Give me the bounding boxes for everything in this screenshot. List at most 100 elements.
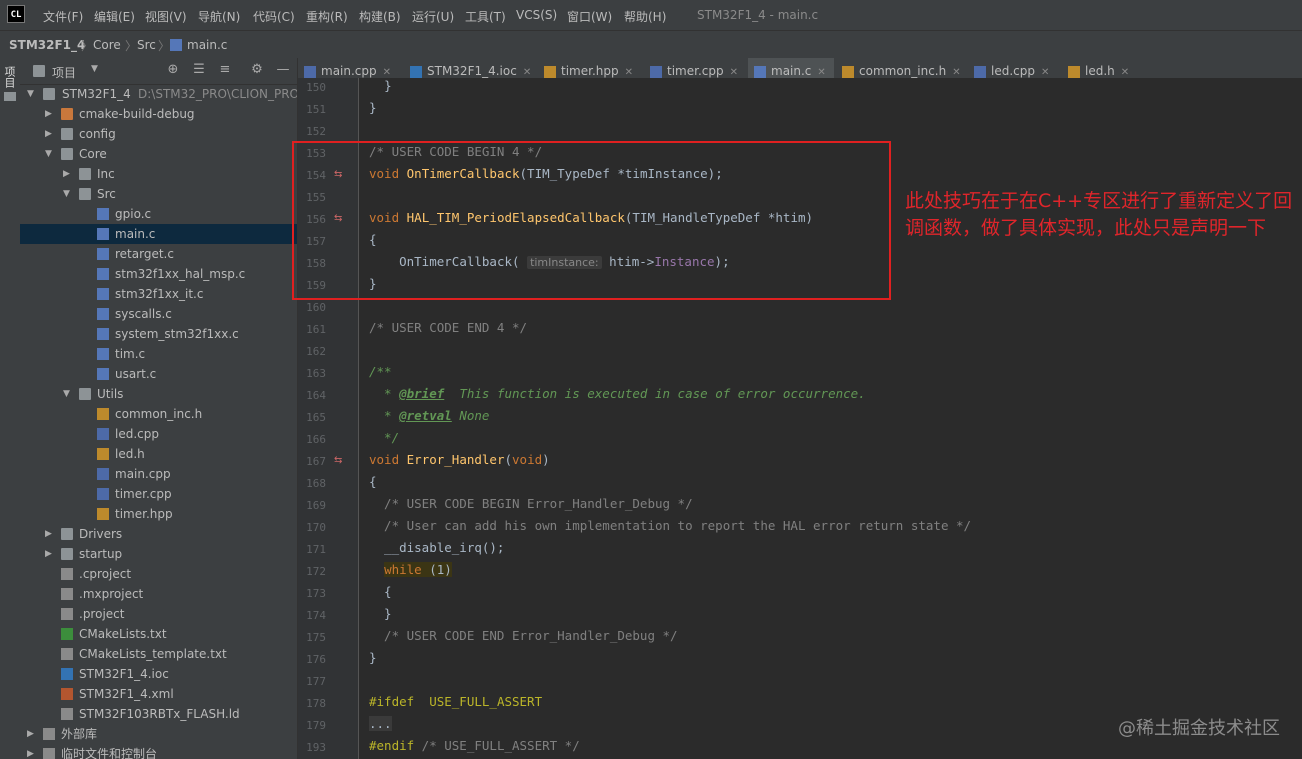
code-editor[interactable]: } } /* USER CODE BEGIN 4 */ void OnTimer… bbox=[359, 78, 1302, 759]
tree-root-row[interactable]: ▼ STM32F1_4 D:\STM32_PRO\CLION_PRO bbox=[20, 84, 297, 104]
tree-item[interactable]: system_stm32f1xx.c bbox=[20, 324, 297, 344]
chevron-right-icon[interactable]: ▶ bbox=[63, 164, 73, 184]
tree-item[interactable]: led.h bbox=[20, 444, 297, 464]
menu-vcs[interactable]: VCS(S) bbox=[516, 8, 557, 22]
line-number: 176 bbox=[306, 653, 326, 666]
tree-item[interactable]: CMakeLists_template.txt bbox=[20, 644, 297, 664]
clion-logo-icon[interactable]: CL bbox=[7, 5, 25, 23]
tree-item[interactable]: syscalls.c bbox=[20, 304, 297, 324]
tree-item-label: cmake-build-debug bbox=[79, 107, 195, 121]
tree-item[interactable]: gpio.c bbox=[20, 204, 297, 224]
chevron-right-icon[interactable]: ▶ bbox=[45, 124, 55, 144]
tree-item[interactable]: .cproject bbox=[20, 564, 297, 584]
line-number: 152 bbox=[306, 125, 326, 138]
tree-item[interactable]: retarget.c bbox=[20, 244, 297, 264]
tree-item[interactable]: ▶ cmake-build-debug bbox=[20, 104, 297, 124]
menu-window[interactable]: 窗口(W) bbox=[567, 8, 612, 25]
tree-item[interactable]: main.cpp bbox=[20, 464, 297, 484]
line-number: 169 bbox=[306, 499, 326, 512]
project-view-title[interactable]: 项目 bbox=[52, 64, 76, 81]
line-number: 158 bbox=[306, 257, 326, 270]
navigate-to-declaration-icon[interactable]: ⇆ bbox=[334, 213, 342, 224]
tree-item[interactable]: led.cpp bbox=[20, 424, 297, 444]
tree-item[interactable]: STM32F1_4.xml bbox=[20, 684, 297, 704]
tree-item[interactable]: .project bbox=[20, 604, 297, 624]
code-line: } bbox=[369, 78, 392, 93]
tree-item[interactable]: ▶ 临时文件和控制台 bbox=[20, 744, 297, 759]
menu-run[interactable]: 运行(U) bbox=[412, 8, 454, 25]
tree-item[interactable]: stm32f1xx_hal_msp.c bbox=[20, 264, 297, 284]
menu-code[interactable]: 代码(C) bbox=[253, 8, 295, 25]
tab-label: STM32F1_4.ioc bbox=[427, 64, 517, 78]
close-icon[interactable]: ✕ bbox=[952, 67, 960, 78]
breadcrumb-project[interactable]: STM32F1_4 bbox=[9, 38, 85, 52]
menu-file[interactable]: 文件(F) bbox=[43, 8, 83, 25]
close-icon[interactable]: ✕ bbox=[523, 67, 531, 78]
project-tool-window-button[interactable]: 项目 bbox=[3, 66, 17, 88]
tree-item[interactable]: STM32F1_4.ioc bbox=[20, 664, 297, 684]
close-icon[interactable]: ✕ bbox=[817, 67, 825, 78]
collapse-all-icon[interactable]: ≡ bbox=[218, 63, 232, 77]
chevron-right-icon[interactable]: ▶ bbox=[45, 524, 55, 544]
menu-edit[interactable]: 编辑(E) bbox=[94, 8, 135, 25]
tree-item[interactable]: ▼ Utils bbox=[20, 384, 297, 404]
tree-item[interactable]: usart.c bbox=[20, 364, 297, 384]
chevron-down-icon[interactable]: ▼ bbox=[63, 384, 73, 404]
gear-icon[interactable]: ⚙ bbox=[250, 63, 264, 77]
breadcrumb-core[interactable]: Core bbox=[93, 38, 121, 52]
tree-item[interactable]: STM32F103RBTx_FLASH.ld bbox=[20, 704, 297, 724]
tree-item-label: 外部库 bbox=[61, 727, 98, 741]
breadcrumb-file[interactable]: main.c bbox=[187, 38, 227, 52]
chevron-right-icon[interactable]: ▶ bbox=[27, 724, 37, 744]
tree-item-label: Core bbox=[79, 147, 107, 161]
close-icon[interactable]: ✕ bbox=[625, 67, 633, 78]
menu-view[interactable]: 视图(V) bbox=[145, 8, 187, 25]
chevron-down-icon[interactable]: ▼ bbox=[27, 84, 37, 104]
tree-item[interactable]: ▼ Src bbox=[20, 184, 297, 204]
menu-help[interactable]: 帮助(H) bbox=[624, 8, 666, 25]
code-line: /* USER CODE END Error_Handler_Debug */ bbox=[369, 628, 678, 643]
tree-item[interactable]: stm32f1xx_it.c bbox=[20, 284, 297, 304]
menu-refactor[interactable]: 重构(R) bbox=[306, 8, 348, 25]
code-line: */ bbox=[369, 430, 400, 445]
code-line: * @brief This function is executed in ca… bbox=[369, 386, 866, 401]
chevron-right-icon[interactable]: ▶ bbox=[45, 544, 55, 564]
close-icon[interactable]: ✕ bbox=[1121, 67, 1129, 78]
tree-item[interactable]: ▶ Inc bbox=[20, 164, 297, 184]
tree-item[interactable]: tim.c bbox=[20, 344, 297, 364]
chevron-down-icon[interactable]: ▼ bbox=[91, 64, 98, 74]
close-icon[interactable]: ✕ bbox=[1041, 67, 1049, 78]
close-icon[interactable]: ✕ bbox=[730, 67, 738, 78]
tree-item[interactable]: .mxproject bbox=[20, 584, 297, 604]
navigate-to-declaration-icon[interactable]: ⇆ bbox=[334, 455, 342, 466]
tree-item[interactable]: main.c bbox=[20, 224, 297, 244]
line-number: 171 bbox=[306, 543, 326, 556]
folded-region[interactable]: ... bbox=[369, 716, 392, 731]
window-title: STM32F1_4 - main.c bbox=[697, 8, 819, 22]
code-text: (TIM_TypeDef *timInstance); bbox=[519, 166, 723, 181]
chevron-right-icon[interactable]: ▶ bbox=[27, 744, 37, 759]
minimize-icon[interactable]: — bbox=[276, 63, 290, 77]
chevron-down-icon[interactable]: ▼ bbox=[63, 184, 73, 204]
tree-item[interactable]: ▶ 外部库 bbox=[20, 724, 297, 744]
menu-build[interactable]: 构建(B) bbox=[359, 8, 401, 25]
tree-item[interactable]: timer.hpp bbox=[20, 504, 297, 524]
locate-icon[interactable]: ⊕ bbox=[166, 63, 180, 77]
tree-item[interactable]: ▶ config bbox=[20, 124, 297, 144]
tree-item[interactable]: ▶ startup bbox=[20, 544, 297, 564]
close-icon[interactable]: ✕ bbox=[383, 67, 391, 78]
tree-item[interactable]: timer.cpp bbox=[20, 484, 297, 504]
tree-item[interactable]: ▶ Drivers bbox=[20, 524, 297, 544]
breadcrumb-src[interactable]: Src bbox=[137, 38, 156, 52]
chevron-right-icon[interactable]: ▶ bbox=[45, 104, 55, 124]
menu-navigate[interactable]: 导航(N) bbox=[198, 8, 240, 25]
chevron-down-icon[interactable]: ▼ bbox=[45, 144, 55, 164]
menu-tools[interactable]: 工具(T) bbox=[465, 8, 506, 25]
tree-item[interactable]: common_inc.h bbox=[20, 404, 297, 424]
tree-item[interactable]: CMakeLists.txt bbox=[20, 624, 297, 644]
expand-all-icon[interactable]: ☰ bbox=[192, 63, 206, 77]
file-icon bbox=[61, 648, 73, 660]
navigate-to-declaration-icon[interactable]: ⇆ bbox=[334, 169, 342, 180]
tree-item[interactable]: ▼ Core bbox=[20, 144, 297, 164]
tool-window-strip: 项目 bbox=[0, 58, 21, 759]
